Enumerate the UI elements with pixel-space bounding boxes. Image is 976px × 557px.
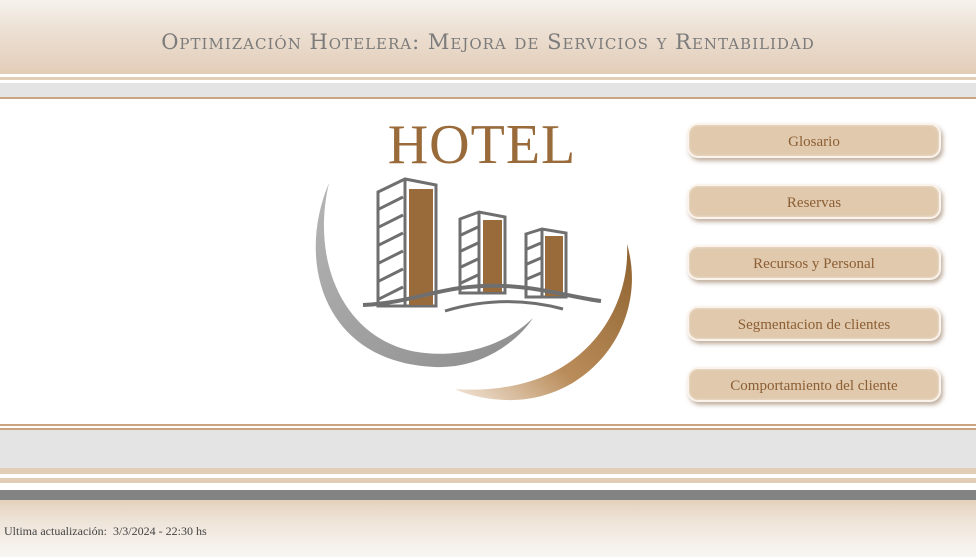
glosario-button[interactable]: Glosario: [687, 123, 941, 158]
building-medium: [458, 210, 507, 295]
reservas-button[interactable]: Reservas: [687, 184, 941, 219]
logo-text: HOTEL: [388, 114, 577, 176]
recursos-personal-button[interactable]: Recursos y Personal: [687, 245, 941, 280]
hotel-buildings-logo-icon: HOTEL: [315, 114, 632, 401]
footer-gray-band: [0, 430, 976, 468]
footer-dark-band: [0, 490, 976, 500]
footer-stripe-gap: [0, 483, 976, 490]
hotel-logo: HOTEL: [305, 113, 645, 407]
header-gray-band: [0, 83, 976, 97]
last-update-value: 3/3/2024 - 22:30 hs: [112, 524, 207, 538]
building-tall: [376, 177, 438, 308]
wave-line: [444, 300, 564, 313]
segmentacion-clientes-button[interactable]: Segmentacion de clientes: [687, 306, 941, 341]
comportamiento-cliente-button[interactable]: Comportamiento del cliente: [687, 367, 941, 402]
last-update-label: Ultima actualización:: [4, 524, 107, 538]
last-update: Ultima actualización: 3/3/2024 - 22:30 h…: [4, 524, 207, 539]
